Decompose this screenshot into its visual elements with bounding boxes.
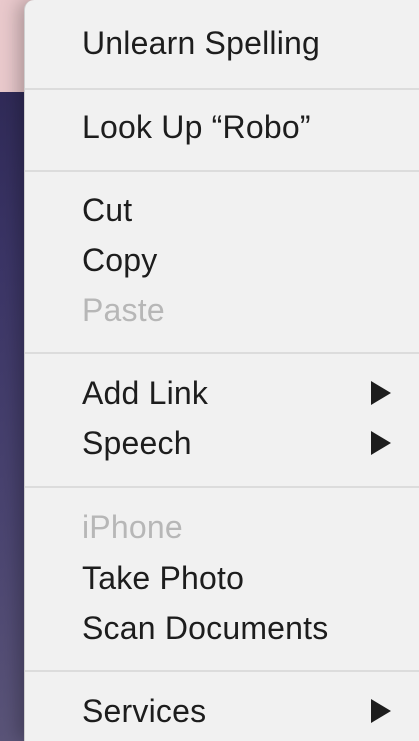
triangle-right-icon xyxy=(371,431,391,455)
context-menu: Unlearn Spelling Look Up “Robo” Cut Copy… xyxy=(24,0,419,741)
look-up-label: Look Up “Robo” xyxy=(82,108,311,145)
look-up-item[interactable]: Look Up “Robo” xyxy=(82,102,399,152)
take-photo-item[interactable]: Take Photo xyxy=(82,553,399,603)
separator xyxy=(25,170,419,172)
separator xyxy=(25,88,419,90)
copy-label: Copy xyxy=(82,241,158,278)
add-link-item[interactable]: Add Link xyxy=(82,368,399,418)
separator xyxy=(25,670,419,672)
services-label: Services xyxy=(82,692,207,729)
speech-item[interactable]: Speech xyxy=(82,418,399,468)
iphone-header-label: iPhone xyxy=(82,508,183,545)
cut-label: Cut xyxy=(82,191,133,228)
add-link-label: Add Link xyxy=(82,374,209,411)
separator xyxy=(25,486,419,488)
take-photo-label: Take Photo xyxy=(82,559,245,596)
paste-item: Paste xyxy=(82,285,399,335)
triangle-right-icon xyxy=(371,699,391,723)
cut-item[interactable]: Cut xyxy=(82,185,399,235)
iphone-section-header: iPhone xyxy=(82,502,399,552)
unlearn-spelling-label: Unlearn Spelling xyxy=(82,24,321,61)
scan-documents-label: Scan Documents xyxy=(82,609,329,646)
unlearn-spelling-item[interactable]: Unlearn Spelling xyxy=(82,18,399,68)
scan-documents-item[interactable]: Scan Documents xyxy=(82,603,399,653)
services-item[interactable]: Services xyxy=(82,686,399,736)
triangle-right-icon xyxy=(371,381,391,405)
speech-label: Speech xyxy=(82,424,192,461)
paste-label: Paste xyxy=(82,291,165,328)
copy-item[interactable]: Copy xyxy=(82,235,399,285)
separator xyxy=(25,352,419,354)
